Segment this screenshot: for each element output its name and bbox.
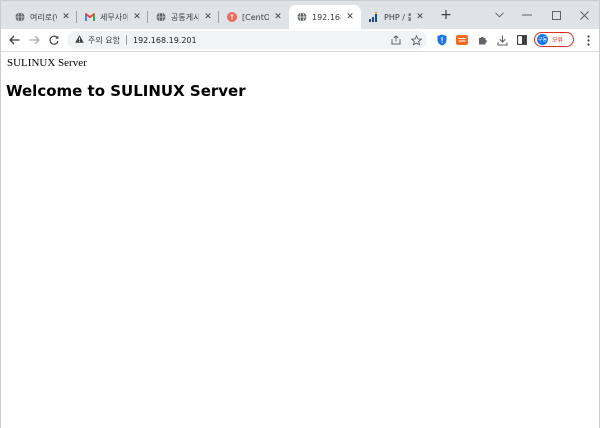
minimize-icon	[522, 14, 532, 16]
reload-icon	[49, 35, 59, 45]
share-icon[interactable]	[389, 33, 403, 47]
tab-title: 세무사이	[100, 12, 128, 22]
download-icon[interactable]	[495, 33, 509, 47]
bar-chart-icon	[369, 12, 379, 22]
globe-icon	[15, 12, 25, 22]
tab-6[interactable]: PHP / 틀 ✕	[361, 5, 431, 29]
browser-toolbar: 주의 요함 192.168.19.201 구동 모류	[1, 29, 599, 52]
close-icon[interactable]: ✕	[132, 12, 142, 22]
gmail-icon	[85, 12, 95, 22]
chevron-down-icon	[494, 12, 504, 18]
maximize-button[interactable]	[541, 1, 571, 29]
tab-active[interactable]: 192.168 ✕	[289, 5, 361, 29]
minimize-button[interactable]	[512, 1, 542, 29]
bookmark-star-icon[interactable]	[409, 33, 423, 47]
warning-icon[interactable]	[75, 35, 84, 45]
arrow-left-icon	[8, 35, 19, 45]
forward-button[interactable]	[25, 31, 43, 49]
close-icon[interactable]: ✕	[273, 12, 283, 22]
back-button[interactable]	[5, 31, 23, 49]
tab-3[interactable]: 공통게시 ✕	[148, 5, 219, 29]
tab-title: 192.168	[312, 12, 341, 22]
globe-icon	[297, 12, 307, 22]
avatar: 구동	[537, 34, 548, 45]
profile-label: 모류	[552, 37, 564, 44]
red-circle-icon	[227, 12, 237, 22]
shield-extension-icon[interactable]	[435, 33, 449, 47]
globe-icon	[156, 12, 166, 22]
page-heading: Welcome to SULINUX Server	[6, 82, 246, 100]
tab-4[interactable]: [CentOS ✕	[219, 5, 289, 29]
tab-title: PHP / 틀	[384, 12, 411, 22]
close-icon[interactable]: ✕	[345, 12, 355, 22]
reload-button[interactable]	[45, 31, 63, 49]
more-menu-icon[interactable]	[581, 33, 595, 47]
close-icon[interactable]: ✕	[203, 12, 213, 22]
tab-title: [CentOS	[242, 12, 269, 22]
maximize-icon	[551, 10, 561, 20]
close-icon[interactable]: ✕	[61, 12, 71, 22]
page-viewport: SULINUX Server Welcome to SULINUX Server	[1, 52, 599, 428]
security-label[interactable]: 주의 요함	[88, 35, 120, 46]
close-icon[interactable]: ✕	[415, 12, 425, 22]
tab-1[interactable]: 여리로(\ ✕	[7, 5, 77, 29]
tab-title: 여리로(\	[30, 12, 57, 22]
puzzle-extensions-icon[interactable]	[475, 33, 489, 47]
page-header-text: SULINUX Server	[7, 57, 87, 69]
address-bar[interactable]: 주의 요함 192.168.19.201	[67, 31, 427, 49]
profile-button[interactable]: 구동 모류	[534, 32, 574, 47]
orange-extension-icon[interactable]	[455, 33, 469, 47]
tab-2[interactable]: 세무사이 ✕	[77, 5, 148, 29]
tab-search-button[interactable]	[484, 1, 514, 29]
new-tab-button[interactable]: +	[437, 6, 455, 24]
side-panel-icon[interactable]	[515, 33, 529, 47]
close-icon	[579, 10, 589, 20]
browser-window: 여리로(\ ✕ 세무사이 ✕ 공통게시 ✕ [CentOS ✕	[0, 0, 600, 428]
close-window-button[interactable]	[569, 1, 599, 29]
arrow-right-icon	[29, 35, 40, 45]
tab-title: 공통게시	[171, 12, 199, 22]
url-text[interactable]: 192.168.19.201	[133, 36, 197, 45]
tab-strip: 여리로(\ ✕ 세무사이 ✕ 공통게시 ✕ [CentOS ✕	[1, 1, 599, 29]
